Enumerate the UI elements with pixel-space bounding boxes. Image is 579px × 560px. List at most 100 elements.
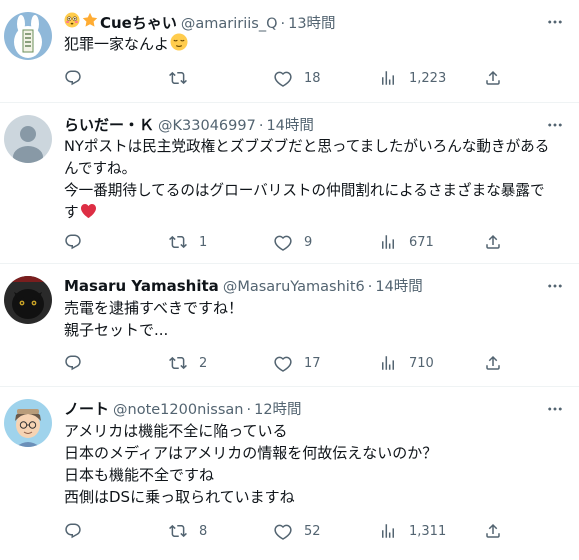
more-options-icon[interactable] [545,399,565,419]
display-name[interactable]: Cueちゃい [100,13,177,33]
share-icon [484,522,502,540]
like-count: 18 [304,70,321,86]
more-options-icon[interactable] [545,12,565,32]
views-icon [379,233,397,251]
avatar[interactable] [4,12,52,60]
retweet-count: 1 [199,234,208,250]
like-button[interactable]: 9 [274,232,370,252]
retweet-icon [169,233,187,251]
views-button[interactable]: 671 [379,232,475,252]
tweet-text: 売電を逮捕すべきですね！ 親子セットで... [64,297,563,341]
view-count: 710 [409,355,434,371]
tweet-text: 犯罪一家なんよ [64,33,563,57]
separator: · [246,402,252,418]
like-button[interactable]: 17 [274,353,370,373]
retweet-icon [169,354,187,372]
username[interactable]: @MasaruYamashit6 [223,277,365,297]
username[interactable]: @amaririis_Q [181,14,278,34]
tweet-line: んですね。 [64,160,137,177]
views-button[interactable]: 1,223 [379,68,475,88]
timestamp[interactable]: 14時間 [375,277,422,297]
tweet-line: 犯罪一家なんよ [64,35,170,53]
reply-button[interactable] [64,521,160,541]
view-count: 1,223 [409,70,447,86]
like-button[interactable]: 18 [274,68,370,88]
heart-icon [274,233,292,251]
more-options-icon[interactable] [545,276,565,296]
red-heart-emoji-icon [80,203,97,226]
views-icon [379,69,397,87]
timestamp[interactable]: 12時間 [254,400,301,420]
retweet-icon [169,522,187,540]
views-icon [379,522,397,540]
views-button[interactable]: 1,311 [379,521,475,541]
views-icon [379,354,397,372]
display-name[interactable]: ノート [64,399,109,419]
retweet-count: 8 [199,523,208,539]
view-count: 1,311 [409,523,447,539]
flushed-emoji-icon [64,12,80,33]
relieved-emoji-icon [170,33,188,57]
tweet-line: 日本も機能不全ですね [64,466,215,484]
action-bar: 18 1,223 [64,68,504,88]
username[interactable]: @note1200nissan [113,400,243,420]
reply-icon [64,354,82,372]
avatar[interactable] [4,399,52,447]
like-count: 52 [304,523,321,539]
reply-button[interactable] [64,232,160,252]
share-button[interactable] [484,521,504,541]
share-button[interactable] [484,68,504,88]
heart-icon [274,69,292,87]
reply-icon [64,69,82,87]
share-button[interactable] [484,232,504,252]
tweet-line: 今一番期待してるのはグローバリストの仲間割れによるさまざまな暴露で [64,182,545,199]
action-bar: 8 52 1,311 [64,521,504,541]
tweet-line: す [64,204,79,221]
tweet-text: アメリカは機能不全に陥っている日本のメディアはアメリカの情報を何故伝えないのか？… [64,420,563,508]
tweet-text: NYポストは民主党政権とズブズブだと思ってましたがいろんな動きがある んですね。今… [64,136,563,226]
action-bar: 2 17 710 [64,353,504,373]
like-count: 17 [304,355,321,371]
avatar[interactable] [4,276,52,324]
retweet-button[interactable] [169,68,265,88]
display-name[interactable]: らいだー・Ｋ [64,115,154,135]
views-button[interactable]: 710 [379,353,475,373]
tweet[interactable]: Masaru Yamashita @MasaruYamashit6 · 14時間… [0,264,579,387]
retweet-icon [169,69,187,87]
share-icon [484,354,502,372]
reply-icon [64,233,82,251]
separator: · [258,118,264,134]
timestamp[interactable]: 14時間 [266,116,313,136]
heart-icon [274,354,292,372]
star-emoji-icon [82,12,98,33]
share-button[interactable] [484,353,504,373]
retweet-button[interactable]: 8 [169,521,265,541]
heart-icon [274,522,292,540]
like-count: 9 [304,234,313,250]
share-icon [484,233,502,251]
reply-icon [64,522,82,540]
share-icon [484,69,502,87]
tweet-line: 親子セットで... [64,321,169,339]
tweet-line: アメリカは機能不全に陥っている [64,422,288,440]
reply-button[interactable] [64,68,160,88]
separator: · [367,279,373,295]
tweet[interactable]: ノート @note1200nissan · 12時間 アメリカは機能不全に陥って… [0,387,579,560]
reply-button[interactable] [64,353,160,373]
view-count: 671 [409,234,434,250]
retweet-button[interactable]: 1 [169,232,265,252]
reply-feed: Cueちゃい @amaririis_Q · 13時間 犯罪一家なんよ 18 1,… [0,0,579,560]
retweet-button[interactable]: 2 [169,353,265,373]
more-options-icon[interactable] [545,115,565,135]
tweet[interactable]: Cueちゃい @amaririis_Q · 13時間 犯罪一家なんよ 18 1,… [0,0,579,103]
username[interactable]: @K33046997 [158,116,256,136]
action-bar: 1 9 671 [64,232,504,252]
display-name[interactable]: Masaru Yamashita [64,276,219,296]
tweet-line: NYポストは民主党政権とズブズブだと思ってましたがいろんな動きがある [64,138,550,155]
retweet-count: 2 [199,355,208,371]
tweet-line: 日本のメディアはアメリカの情報を何故伝えないのか？ [64,444,438,462]
like-button[interactable]: 52 [274,521,370,541]
avatar[interactable] [4,115,52,163]
tweet[interactable]: らいだー・Ｋ @K33046997 · 14時間 NYポストは民主党政権とズブズ… [0,103,579,264]
timestamp[interactable]: 13時間 [288,14,335,34]
